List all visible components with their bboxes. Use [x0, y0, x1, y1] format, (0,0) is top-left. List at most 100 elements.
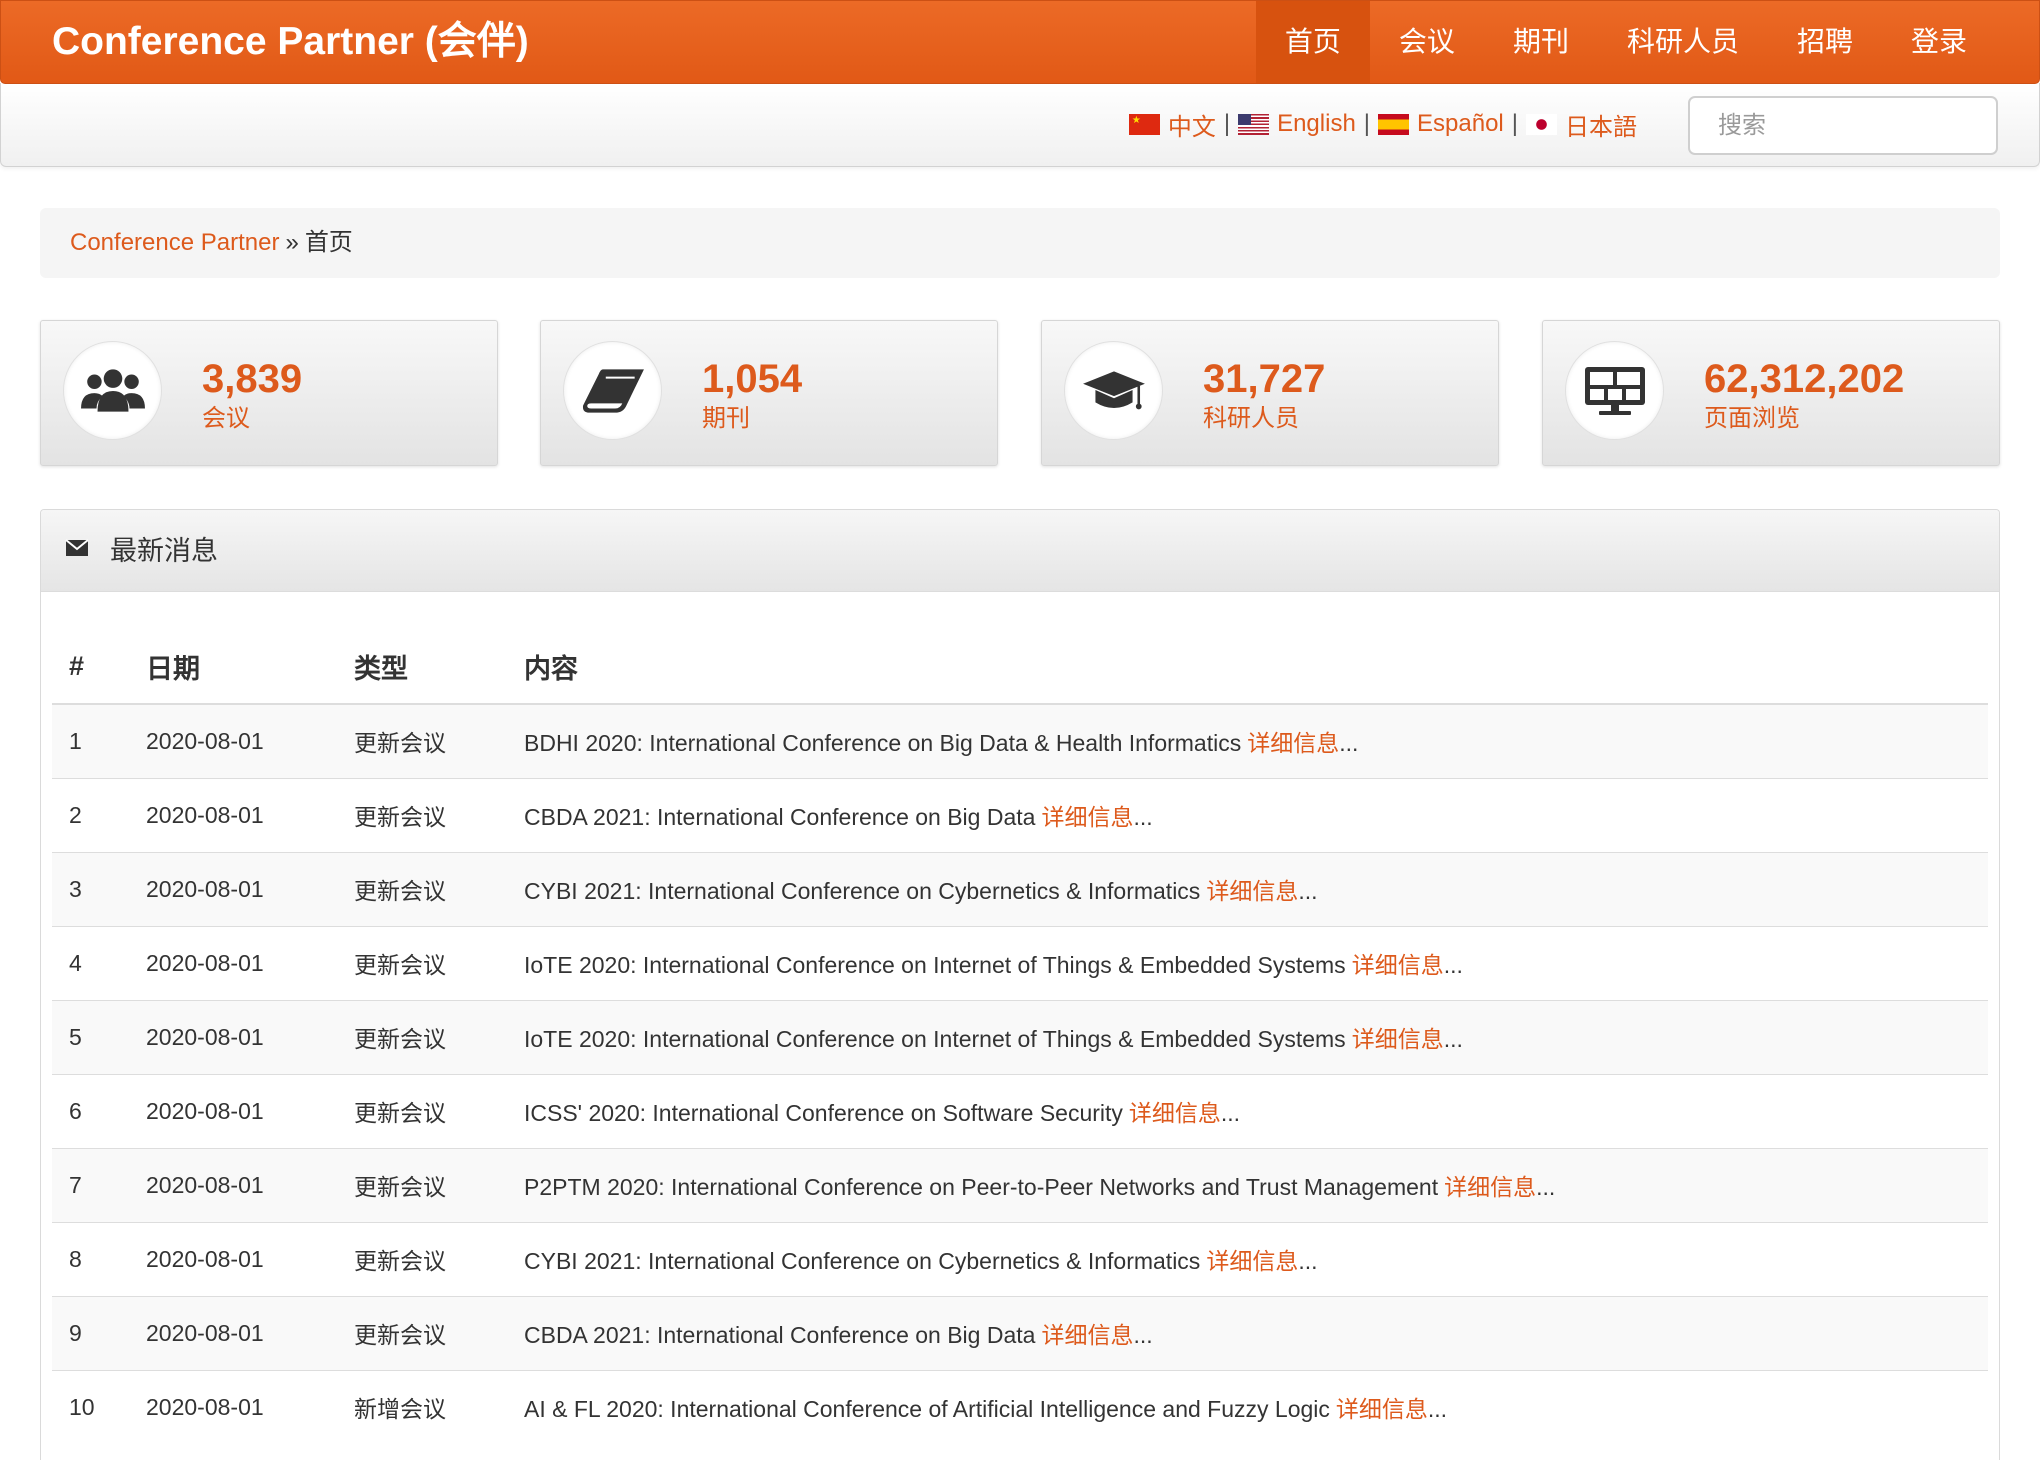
row-content: AI & FL 2020: International Conference o… — [507, 1369, 1988, 1444]
stat-value: 3,839 — [202, 357, 303, 401]
latest-news-panel: 最新消息 # 日期 类型 内容 1 2020-08-01 更新会议 BDHI 2020… — [40, 509, 2000, 1460]
details-link[interactable]: 详细信息 — [1336, 1396, 1428, 1422]
stat-icon-circle — [63, 341, 162, 440]
row-ellipsis: ... — [1298, 878, 1318, 904]
row-number: 3 — [52, 851, 129, 926]
main-nav: 首页 会议 期刊 科研人员 招聘 登录 — [1255, 1, 1996, 83]
row-number: 6 — [52, 1073, 129, 1148]
dashboard-monitor-icon — [1584, 366, 1645, 415]
lang-link-spanish[interactable]: Español — [1378, 110, 1504, 138]
row-number: 9 — [52, 1295, 129, 1370]
row-date: 2020-08-01 — [129, 1369, 337, 1444]
row-type: 更新会议 — [337, 1073, 507, 1148]
row-content: IoTE 2020: International Conference on I… — [507, 999, 1988, 1074]
row-type: 更新会议 — [337, 1295, 507, 1370]
column-header-content: 内容 — [507, 630, 1988, 705]
row-type: 更新会议 — [337, 1221, 507, 1296]
site-brand[interactable]: Conference Partner (会伴) — [52, 1, 529, 83]
table-row: 3 2020-08-01 更新会议 CYBI 2021: International … — [52, 851, 1988, 926]
row-date: 2020-08-01 — [129, 925, 337, 1000]
table-row: 5 2020-08-01 更新会议 IoTE 2020: International … — [52, 999, 1988, 1074]
row-type: 新增会议 — [337, 1369, 507, 1444]
panel-title: 最新消息 — [110, 536, 218, 566]
row-date: 2020-08-01 — [129, 777, 337, 852]
row-content: P2PTM 2020: International Conference on … — [507, 1147, 1988, 1222]
stat-label: 科研人员 — [1203, 405, 1299, 432]
details-link[interactable]: 详细信息 — [1444, 1174, 1536, 1200]
stat-label: 期刊 — [702, 405, 750, 432]
details-link[interactable]: 详细信息 — [1352, 952, 1444, 978]
row-content-text: ICSS' 2020: International Conference on … — [524, 1100, 1123, 1126]
row-ellipsis: ... — [1443, 1026, 1463, 1052]
row-content: BDHI 2020: International Conference on B… — [507, 703, 1988, 778]
table-row: 8 2020-08-01 更新会议 CYBI 2021: International … — [52, 1221, 1988, 1296]
row-number: 8 — [52, 1221, 129, 1296]
nav-item-conferences[interactable]: 会议 — [1370, 1, 1484, 83]
lang-link-chinese[interactable]: 中文 — [1128, 107, 1216, 142]
nav-item-researchers[interactable]: 科研人员 — [1598, 1, 1768, 83]
row-number: 7 — [52, 1147, 129, 1222]
stat-card-journals[interactable]: 1,054 期刊 — [540, 320, 998, 466]
stat-card-researchers[interactable]: 31,727 科研人员 — [1041, 320, 1499, 466]
details-link[interactable]: 详细信息 — [1129, 1100, 1221, 1126]
breadcrumb-home-link[interactable]: Conference Partner — [70, 229, 279, 256]
row-content-text: CYBI 2021: International Conference on C… — [524, 1248, 1201, 1274]
row-content: CYBI 2021: International Conference on C… — [507, 851, 1988, 926]
row-content: ICSS' 2020: International Conference on … — [507, 1073, 1988, 1148]
top-navbar: Conference Partner (会伴) 首页 会议 期刊 科研人员 招聘… — [0, 0, 2040, 84]
row-type: 更新会议 — [337, 703, 507, 778]
row-date: 2020-08-01 — [129, 1073, 337, 1148]
lang-link-english[interactable]: English — [1238, 110, 1356, 138]
nav-item-login[interactable]: 登录 — [1882, 1, 1996, 83]
lang-separator: | — [1511, 110, 1518, 137]
row-ellipsis: ... — [1536, 1174, 1556, 1200]
row-date: 2020-08-01 — [129, 703, 337, 778]
lang-link-japanese[interactable]: 日本語 — [1526, 107, 1637, 142]
row-ellipsis: ... — [1220, 1100, 1241, 1126]
details-link[interactable]: 详细信息 — [1206, 1248, 1298, 1274]
language-search-bar: 中文 | English | Español | 日本語 — [0, 83, 2040, 167]
row-ellipsis: ... — [1133, 1322, 1153, 1348]
nav-item-journals[interactable]: 期刊 — [1484, 1, 1598, 83]
stat-icon-circle — [1064, 341, 1163, 440]
language-switcher: 中文 | English | Español | 日本語 — [1128, 83, 1637, 165]
nav-item-jobs[interactable]: 招聘 — [1768, 1, 1882, 83]
row-ellipsis: ... — [1339, 730, 1359, 757]
table-row: 10 2020-08-01 新增会议 AI & FL 2020: Internatio… — [52, 1369, 1988, 1444]
japan-flag-icon — [1526, 113, 1557, 135]
row-type: 更新会议 — [337, 851, 507, 926]
search-input[interactable] — [1688, 96, 1998, 155]
stat-card-pageviews[interactable]: 62,312,202 页面浏览 — [1542, 320, 2000, 466]
details-link[interactable]: 详细信息 — [1247, 730, 1339, 756]
column-header-date: 日期 — [129, 630, 337, 705]
us-flag-icon — [1238, 113, 1270, 135]
stat-label: 会议 — [202, 405, 250, 432]
breadcrumb-separator: » — [285, 229, 299, 256]
column-header-number: # — [52, 630, 129, 705]
table-row: 1 2020-08-01 更新会议 BDHI 2020: International … — [52, 703, 1988, 778]
lang-label: 日本語 — [1565, 113, 1637, 141]
lang-separator: | — [1223, 110, 1231, 137]
details-link[interactable]: 详细信息 — [1041, 1322, 1133, 1348]
row-type: 更新会议 — [337, 925, 507, 1000]
row-number: 4 — [52, 925, 129, 1000]
row-content-text: CBDA 2021: International Conference on B… — [524, 804, 1036, 830]
nav-item-home[interactable]: 首页 — [1255, 1, 1370, 83]
details-link[interactable]: 详细信息 — [1041, 804, 1133, 830]
row-content-text: CYBI 2021: International Conference on C… — [524, 878, 1201, 904]
details-link[interactable]: 详细信息 — [1352, 1026, 1444, 1052]
row-content-text: BDHI 2020: International Conference on B… — [524, 730, 1242, 757]
row-content-text: IoTE 2020: International Conference on I… — [524, 952, 1346, 978]
row-content: CYBI 2021: International Conference on C… — [507, 1221, 1988, 1296]
row-number: 1 — [52, 703, 129, 778]
row-number: 10 — [52, 1369, 129, 1444]
row-type: 更新会议 — [337, 1147, 507, 1222]
details-link[interactable]: 详细信息 — [1206, 878, 1298, 904]
stat-card-conferences[interactable]: 3,839 会议 — [40, 320, 498, 466]
table-row: 4 2020-08-01 更新会议 IoTE 2020: International … — [52, 925, 1988, 1000]
lang-label: Español — [1417, 110, 1504, 137]
row-content-text: IoTE 2020: International Conference on I… — [524, 1026, 1346, 1052]
table-row: 6 2020-08-01 更新会议 ICSS' 2020: International… — [52, 1073, 1988, 1148]
spain-flag-icon — [1378, 113, 1410, 135]
row-number: 2 — [52, 777, 129, 852]
